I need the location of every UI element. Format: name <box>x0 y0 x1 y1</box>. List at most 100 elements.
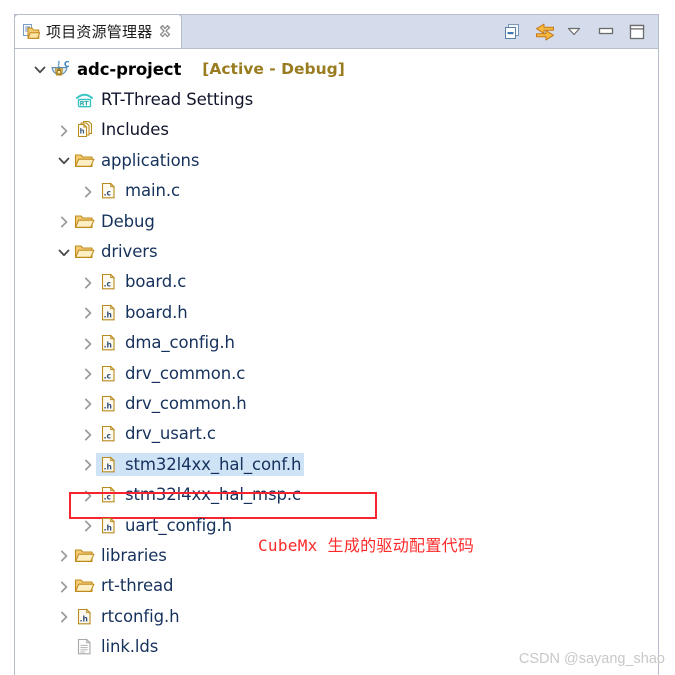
tree-item-label: dma_config.h <box>125 333 235 353</box>
tree-item-content[interactable]: RT RT-Thread Settings <box>72 88 256 111</box>
chevron-right-icon[interactable] <box>79 358 96 388</box>
tree-item-label: drv_common.h <box>125 393 247 413</box>
view-tab-bar: 项目资源管理器 <box>14 14 658 49</box>
tree-item-content[interactable]: libraries <box>72 544 170 567</box>
chevron-right-icon[interactable] <box>79 176 96 206</box>
chevron-right-icon[interactable] <box>55 206 72 236</box>
tree-item-content[interactable]: .h stm32l4xx_hal_conf.h <box>96 452 305 476</box>
project-tree[interactable]: Cadc-project [Active - Debug] RT RT-Thread … <box>15 49 658 662</box>
c-file-icon: .c <box>98 485 119 504</box>
chevron-right-icon[interactable] <box>79 480 96 510</box>
tree-item-label: stm32l4xx_hal_msp.c <box>125 485 301 505</box>
tree-item-label: adc-project <box>77 59 182 79</box>
chevron-down-icon[interactable] <box>566 23 584 41</box>
svg-text:.c: .c <box>104 189 111 198</box>
tree-item-drv-common-h[interactable]: .h drv_common.h <box>15 388 658 418</box>
maximize-icon[interactable] <box>628 23 646 41</box>
h-file-icon: .h <box>98 333 119 352</box>
chevron-down-icon[interactable] <box>31 54 48 84</box>
chevron-right-icon[interactable] <box>55 601 72 631</box>
tree-item-board-h[interactable]: .h board.h <box>15 297 658 327</box>
tree-item-label: uart_config.h <box>125 515 232 535</box>
tree-item-content[interactable]: drivers <box>72 240 160 263</box>
svg-text:.c: .c <box>104 280 111 289</box>
tree-item-board-c[interactable]: .c board.c <box>15 267 658 297</box>
tree-item-drv-usart-c[interactable]: .c drv_usart.c <box>15 419 658 449</box>
tree-item-label: board.h <box>125 302 188 322</box>
tree-item-content[interactable]: .c drv_common.c <box>96 362 248 385</box>
chevron-right-icon[interactable] <box>55 571 72 601</box>
tree-item-content[interactable]: .c board.c <box>96 270 189 293</box>
h-file-icon: .h <box>74 607 95 626</box>
tree-item-content[interactable]: link.lds <box>72 635 161 658</box>
tree-item-content[interactable]: rt-thread <box>72 574 176 597</box>
close-icon[interactable] <box>158 24 172 39</box>
project-explorer-view: 项目资源管理器 C adc-project [Active - Debug] R… <box>14 14 659 675</box>
chevron-right-icon[interactable] <box>79 388 96 418</box>
tree-item-debug[interactable]: Debug <box>15 206 658 236</box>
tree-item-rt-thread-settings[interactable]: RT RT-Thread Settings <box>15 84 658 114</box>
svg-text:.c: .c <box>104 371 111 380</box>
tree-item-adc-project[interactable]: Cadc-project [Active - Debug] <box>15 54 658 84</box>
tree-item-content[interactable]: applications <box>72 149 202 172</box>
chevron-right-icon[interactable] <box>79 297 96 327</box>
tree-item-content[interactable]: Cadc-project <box>48 58 184 81</box>
tree-item-content[interactable]: .h drv_common.h <box>96 392 250 415</box>
h-file-icon: .h <box>98 394 119 413</box>
includes-icon: h <box>74 120 95 139</box>
tree-item-drivers[interactable]: drivers <box>15 236 658 266</box>
tree-item-rt-thread[interactable]: rt-thread <box>15 571 658 601</box>
tree-item-content[interactable]: .h board.h <box>96 301 191 324</box>
tree-item-label: rt-thread <box>101 576 174 596</box>
link-editor-icon[interactable] <box>535 23 554 41</box>
h-file-icon: .h <box>98 455 119 474</box>
tree-item-content[interactable]: .c drv_usart.c <box>96 422 219 445</box>
svg-text:.h: .h <box>104 402 112 411</box>
chevron-right-icon[interactable] <box>55 115 72 145</box>
chevron-right-icon[interactable] <box>79 419 96 449</box>
project-explorer-icon <box>23 23 41 40</box>
chevron-right-icon[interactable] <box>55 540 72 570</box>
tab-project-explorer[interactable]: 项目资源管理器 <box>14 14 183 48</box>
minimize-icon[interactable] <box>597 23 615 41</box>
tree-item-content[interactable]: h Includes <box>72 118 172 141</box>
rt-thread-icon: RT <box>74 90 95 109</box>
tree-item-main-c[interactable]: .c main.c <box>15 176 658 206</box>
tree-item-content[interactable]: .h rtconfig.h <box>72 605 182 628</box>
svg-text:.h: .h <box>104 462 112 471</box>
tree-item-label: Includes <box>101 120 169 140</box>
svg-text:.h: .h <box>80 614 88 623</box>
tree-item-content[interactable]: .c main.c <box>96 179 183 202</box>
tree-item-content[interactable]: .h uart_config.h <box>96 514 235 537</box>
folder-icon <box>74 242 95 261</box>
chevron-down-icon[interactable] <box>55 145 72 175</box>
tree-item-rtconfig-h[interactable]: .h rtconfig.h <box>15 601 658 631</box>
tree-item-label: link.lds <box>101 637 159 657</box>
tree-item-label: Debug <box>101 211 155 231</box>
chevron-down-icon[interactable] <box>55 237 72 267</box>
svg-text:.c: .c <box>104 432 111 441</box>
tree-item-stm32l4xx-hal-msp-c[interactable]: .c stm32l4xx_hal_msp.c <box>15 479 658 520</box>
tree-item-content[interactable]: Debug <box>72 210 158 233</box>
tree-item-content[interactable]: .h dma_config.h <box>96 331 238 354</box>
h-file-icon: .h <box>98 516 119 535</box>
tree-item-dma-config-h[interactable]: .h dma_config.h <box>15 328 658 358</box>
chevron-right-icon[interactable] <box>79 267 96 297</box>
chevron-right-icon[interactable] <box>79 328 96 358</box>
active-build-config-badge: [Active - Debug] <box>202 60 345 79</box>
collapse-all-icon[interactable] <box>504 23 522 41</box>
chevron-right-icon[interactable] <box>79 449 96 479</box>
tree-item-applications[interactable]: applications <box>15 145 658 175</box>
tree-item-label: RT-Thread Settings <box>101 90 254 110</box>
tree-item-stm32l4xx-hal-conf-h[interactable]: .h stm32l4xx_hal_conf.h <box>15 449 658 479</box>
tree-item-label: rtconfig.h <box>101 606 180 626</box>
c-file-icon: .c <box>98 364 119 383</box>
chevron-right-icon[interactable] <box>79 510 96 540</box>
folder-icon <box>74 576 95 595</box>
tree-item-drv-common-c[interactable]: .c drv_common.c <box>15 358 658 388</box>
svg-text:C: C <box>64 60 70 69</box>
tree-item-includes[interactable]: h Includes <box>15 115 658 145</box>
tree-item-content[interactable]: .c stm32l4xx_hal_msp.c <box>96 483 304 506</box>
